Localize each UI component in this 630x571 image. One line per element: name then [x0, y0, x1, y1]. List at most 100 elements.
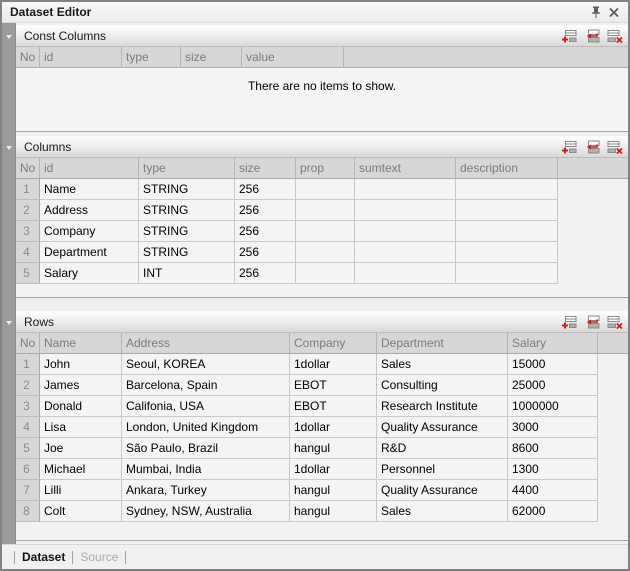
row-number-cell[interactable]: 4 — [16, 242, 40, 263]
cell-company[interactable]: 1dollar — [290, 354, 377, 375]
cell-address[interactable]: São Paulo, Brazil — [122, 438, 290, 459]
row-number-cell[interactable]: 5 — [16, 263, 40, 284]
cell-description[interactable] — [456, 200, 558, 221]
cell-department[interactable]: Personnel — [377, 459, 508, 480]
cell-company[interactable]: hangul — [290, 501, 377, 522]
column-header-type[interactable]: type — [122, 47, 181, 68]
cell-description[interactable] — [456, 242, 558, 263]
cell-address[interactable]: Barcelona, Spain — [122, 375, 290, 396]
column-header-id[interactable]: id — [40, 158, 139, 179]
cell-size[interactable]: 256 — [235, 263, 296, 284]
close-button[interactable] — [605, 4, 623, 20]
row-number-cell[interactable]: 2 — [16, 375, 40, 396]
cell-prop[interactable] — [296, 179, 355, 200]
cell-name[interactable]: Colt — [40, 501, 122, 522]
row-number-cell[interactable]: 5 — [16, 438, 40, 459]
cell-company[interactable]: 1dollar — [290, 417, 377, 438]
insert-row-button[interactable] — [583, 28, 601, 44]
cell-sumtext[interactable] — [355, 221, 456, 242]
cell-name[interactable]: Michael — [40, 459, 122, 480]
cell-description[interactable] — [456, 179, 558, 200]
cell-salary[interactable]: 4400 — [508, 480, 598, 501]
cell-type[interactable]: STRING — [139, 242, 235, 263]
cell-prop[interactable] — [296, 263, 355, 284]
delete-row-button[interactable] — [606, 139, 624, 155]
cell-company[interactable]: EBOT — [290, 396, 377, 417]
cell-company[interactable]: hangul — [290, 480, 377, 501]
column-header-prop[interactable]: prop — [296, 158, 355, 179]
cell-department[interactable]: Research Institute — [377, 396, 508, 417]
row-number-cell[interactable]: 7 — [16, 480, 40, 501]
pin-button[interactable] — [587, 4, 605, 20]
cell-salary[interactable]: 62000 — [508, 501, 598, 522]
cell-prop[interactable] — [296, 242, 355, 263]
cell-id[interactable]: Company — [40, 221, 139, 242]
add-row-button[interactable] — [560, 314, 578, 330]
cell-department[interactable]: Sales — [377, 354, 508, 375]
row-number-cell[interactable]: 8 — [16, 501, 40, 522]
column-header-id[interactable]: id — [40, 47, 122, 68]
cell-address[interactable]: London, United Kingdom — [122, 417, 290, 438]
column-header-department[interactable]: Department — [377, 333, 508, 354]
cell-department[interactable]: Consulting — [377, 375, 508, 396]
cell-company[interactable]: hangul — [290, 438, 377, 459]
column-header-size[interactable]: size — [235, 158, 296, 179]
column-header-description[interactable]: description — [456, 158, 558, 179]
collapse-const-columns-button[interactable] — [2, 26, 16, 48]
cell-name[interactable]: John — [40, 354, 122, 375]
row-number-cell[interactable]: 1 — [16, 354, 40, 375]
cell-department[interactable]: Sales — [377, 501, 508, 522]
cell-sumtext[interactable] — [355, 242, 456, 263]
cell-type[interactable]: STRING — [139, 179, 235, 200]
cell-size[interactable]: 256 — [235, 242, 296, 263]
cell-name[interactable]: Donald — [40, 396, 122, 417]
cell-address[interactable]: Mumbai, India — [122, 459, 290, 480]
add-row-button[interactable] — [560, 28, 578, 44]
row-number-cell[interactable]: 4 — [16, 417, 40, 438]
cell-salary[interactable]: 1300 — [508, 459, 598, 480]
insert-row-button[interactable] — [583, 139, 601, 155]
column-header-value[interactable]: value — [242, 47, 344, 68]
cell-salary[interactable]: 1000000 — [508, 396, 598, 417]
cell-id[interactable]: Name — [40, 179, 139, 200]
column-header-no[interactable]: No — [16, 333, 40, 354]
column-header-company[interactable]: Company — [290, 333, 377, 354]
cell-address[interactable]: Califonia, USA — [122, 396, 290, 417]
cell-description[interactable] — [456, 263, 558, 284]
cell-company[interactable]: 1dollar — [290, 459, 377, 480]
cell-type[interactable]: INT — [139, 263, 235, 284]
cell-prop[interactable] — [296, 200, 355, 221]
cell-sumtext[interactable] — [355, 179, 456, 200]
cell-type[interactable]: STRING — [139, 221, 235, 242]
add-row-button[interactable] — [560, 139, 578, 155]
cell-prop[interactable] — [296, 221, 355, 242]
cell-department[interactable]: Quality Assurance — [377, 417, 508, 438]
cell-sumtext[interactable] — [355, 200, 456, 221]
cell-id[interactable]: Salary — [40, 263, 139, 284]
cell-size[interactable]: 256 — [235, 221, 296, 242]
cell-name[interactable]: Lisa — [40, 417, 122, 438]
insert-row-button[interactable] — [583, 314, 601, 330]
column-header-no[interactable]: No — [16, 158, 40, 179]
tab-dataset[interactable]: Dataset — [22, 550, 65, 564]
collapse-rows-button[interactable] — [2, 312, 16, 334]
cell-salary[interactable]: 15000 — [508, 354, 598, 375]
row-number-cell[interactable]: 3 — [16, 221, 40, 242]
cell-address[interactable]: Ankara, Turkey — [122, 480, 290, 501]
cell-size[interactable]: 256 — [235, 179, 296, 200]
row-number-cell[interactable]: 6 — [16, 459, 40, 480]
cell-sumtext[interactable] — [355, 263, 456, 284]
column-header-type[interactable]: type — [139, 158, 235, 179]
cell-salary[interactable]: 8600 — [508, 438, 598, 459]
column-header-name[interactable]: Name — [40, 333, 122, 354]
cell-name[interactable]: Joe — [40, 438, 122, 459]
cell-type[interactable]: STRING — [139, 200, 235, 221]
delete-row-button[interactable] — [606, 28, 624, 44]
row-number-cell[interactable]: 1 — [16, 179, 40, 200]
cell-id[interactable]: Address — [40, 200, 139, 221]
cell-salary[interactable]: 25000 — [508, 375, 598, 396]
row-number-cell[interactable]: 3 — [16, 396, 40, 417]
delete-row-button[interactable] — [606, 314, 624, 330]
cell-id[interactable]: Department — [40, 242, 139, 263]
cell-address[interactable]: Seoul, KOREA — [122, 354, 290, 375]
